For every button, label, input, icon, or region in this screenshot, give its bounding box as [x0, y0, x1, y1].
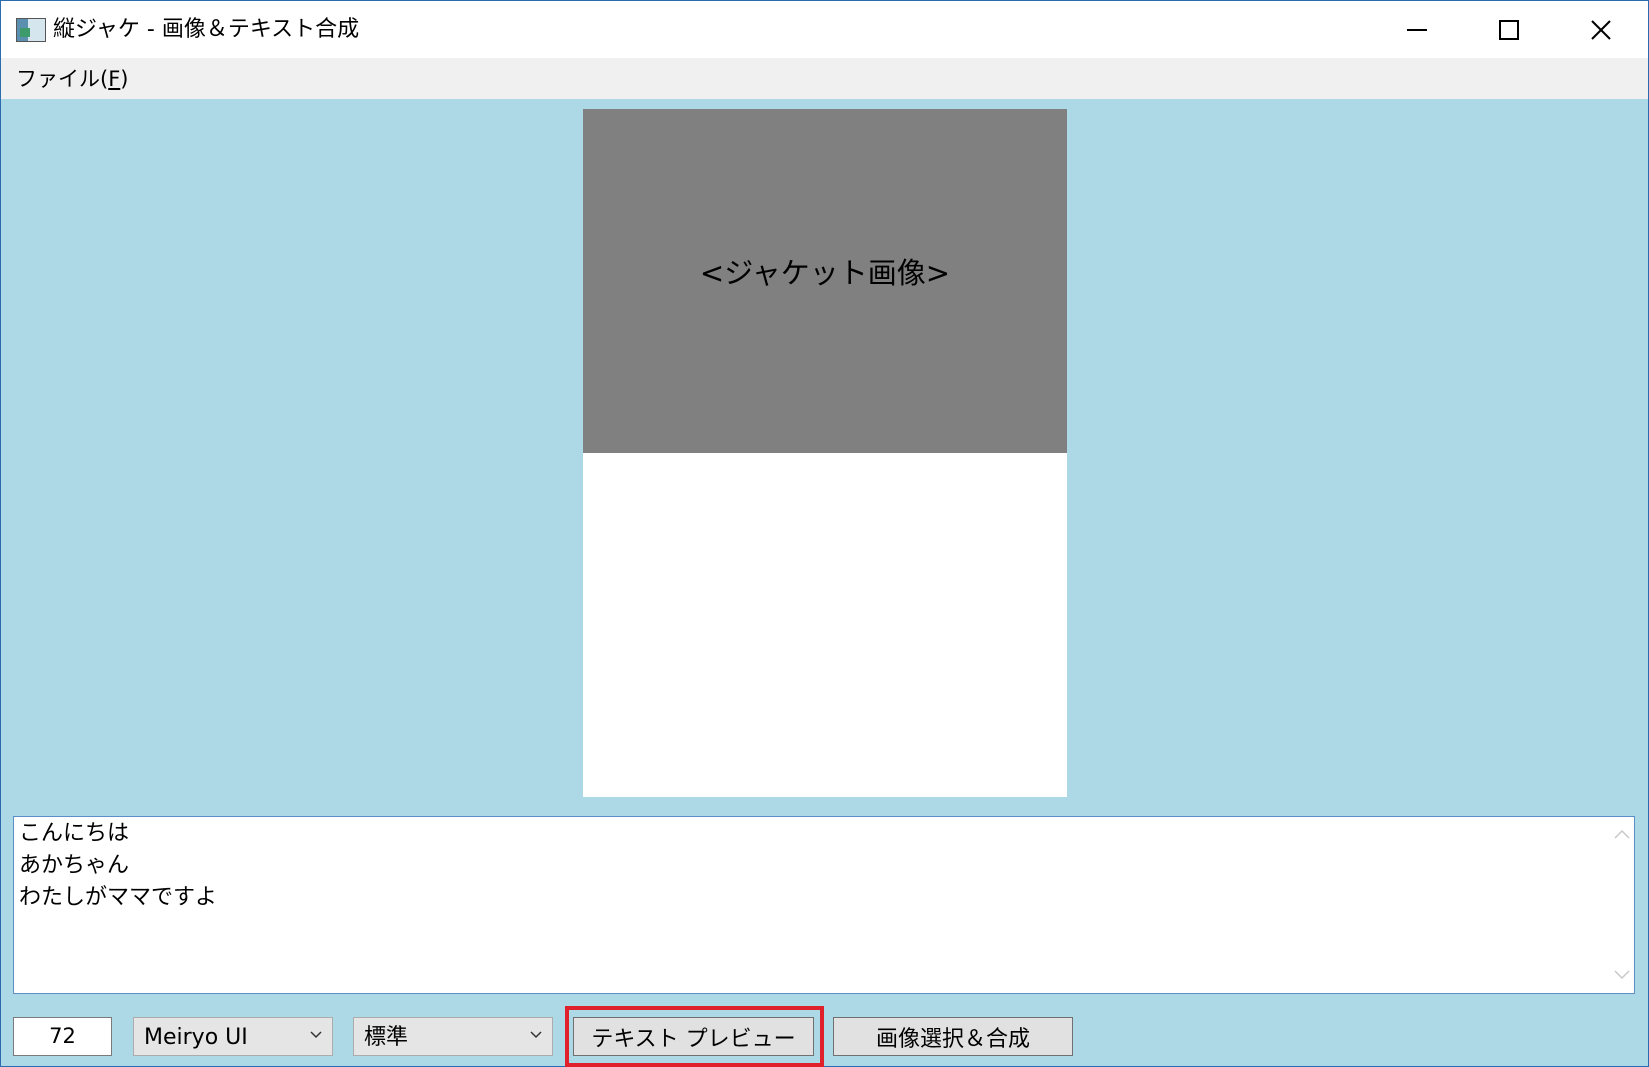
text-preview-button[interactable]: テキスト プレビュー	[573, 1017, 814, 1056]
menu-bar: ファイル(F)	[1, 58, 1648, 99]
menu-file-label-end: )	[120, 67, 129, 91]
jacket-preview: <ジャケット画像>	[583, 109, 1067, 797]
jacket-image-placeholder: <ジャケット画像>	[699, 256, 951, 290]
jacket-text-area	[583, 453, 1067, 797]
close-icon	[1591, 20, 1611, 40]
minimize-icon	[1407, 29, 1427, 31]
text-line: こんにちは	[19, 821, 130, 846]
app-window: 縦ジャケ - 画像＆テキスト合成 ファイル(F) <ジャケット画像> こんにちは	[0, 0, 1649, 1067]
minimize-button[interactable]	[1371, 1, 1463, 58]
menu-file-accelerator: F	[108, 67, 121, 91]
menu-file-label: ファイル(	[16, 67, 109, 91]
title-bar[interactable]: 縦ジャケ - 画像＆テキスト合成	[1, 1, 1648, 58]
maximize-button[interactable]	[1463, 1, 1555, 58]
vertical-scrollbar[interactable]	[1608, 817, 1634, 993]
app-icon[interactable]	[16, 18, 46, 42]
font-family-select[interactable]: Meiryo UI	[133, 1017, 333, 1056]
window-title: 縦ジャケ - 画像＆テキスト合成	[53, 17, 360, 42]
chevron-down-icon	[530, 1031, 542, 1039]
font-family-value: Meiryo UI	[144, 1025, 248, 1050]
scroll-down-icon[interactable]	[1614, 970, 1630, 980]
close-button[interactable]	[1555, 1, 1647, 58]
font-style-value: 標準	[364, 1025, 409, 1050]
image-select-compose-button[interactable]: 画像選択＆合成	[833, 1017, 1073, 1056]
text-input-area[interactable]: こんにちは あかちゃん わたしがママですよ	[13, 816, 1635, 994]
maximize-icon	[1499, 20, 1519, 40]
menu-file[interactable]: ファイル(F)	[16, 65, 129, 93]
chevron-down-icon	[310, 1031, 322, 1039]
text-line: わたしがママですよ	[19, 885, 218, 910]
text-line: あかちゃん	[19, 853, 130, 878]
jacket-image-area: <ジャケット画像>	[583, 109, 1067, 453]
font-size-input[interactable]: 72	[13, 1017, 112, 1056]
scroll-up-icon[interactable]	[1614, 829, 1630, 839]
font-style-select[interactable]: 標準	[353, 1017, 553, 1056]
